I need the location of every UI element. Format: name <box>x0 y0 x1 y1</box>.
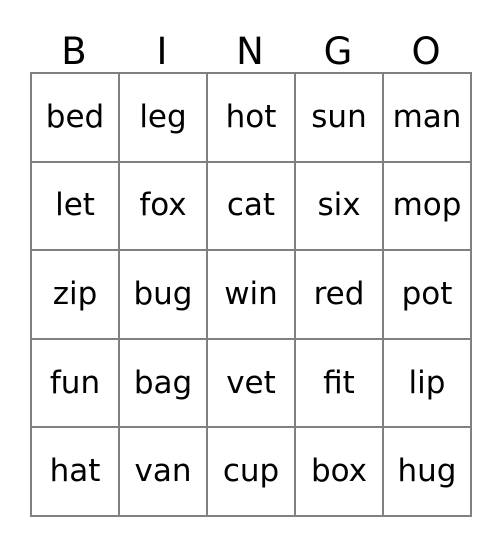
bingo-cell-r3c3[interactable]: win <box>208 251 296 340</box>
bingo-cell-label: hot <box>225 98 277 135</box>
bingo-cell-r3c5[interactable]: pot <box>384 251 472 340</box>
bingo-cell-label: zip <box>52 275 98 312</box>
bingo-cell-r3c2[interactable]: bug <box>120 251 208 340</box>
bingo-header-row: B I N G O <box>30 14 470 72</box>
bingo-cell-r2c4[interactable]: six <box>296 162 384 252</box>
bingo-cell-label: six <box>317 187 361 224</box>
bingo-header-letter-g: G <box>323 30 353 73</box>
bingo-header-letter-b: B <box>61 30 87 73</box>
bingo-cell-r5c1[interactable]: hat <box>32 428 120 517</box>
bingo-cell-label: cup <box>222 453 280 490</box>
bingo-card: B I N G O bed leg hot sun man let fox ca… <box>30 14 472 517</box>
bingo-cell-r5c2[interactable]: van <box>120 428 208 517</box>
bingo-cell-r5c5[interactable]: hug <box>384 428 472 517</box>
bingo-cell-label: vet <box>226 364 276 401</box>
bingo-cell-label: bed <box>45 98 105 135</box>
bingo-cell-r4c1[interactable]: fun <box>32 339 120 429</box>
bingo-cell-label: win <box>224 275 278 312</box>
bingo-cell-label: sun <box>311 98 367 135</box>
bingo-cell-label: hat <box>49 453 101 490</box>
bingo-cell-label: leg <box>139 98 187 135</box>
bingo-cell-r4c2[interactable]: bag <box>120 339 208 429</box>
bingo-cell-r5c4[interactable]: box <box>296 428 384 517</box>
bingo-header-letter-i: I <box>156 30 168 73</box>
bingo-cell-r2c2[interactable]: fox <box>120 162 208 252</box>
bingo-cell-r4c4[interactable]: fit <box>296 339 384 429</box>
bingo-cell-r1c2[interactable]: leg <box>120 74 208 163</box>
bingo-cell-label: bag <box>133 364 193 401</box>
bingo-cell-r3c1[interactable]: zip <box>32 251 120 340</box>
bingo-cell-label: van <box>134 453 192 490</box>
bingo-cell-r3c4[interactable]: red <box>296 251 384 340</box>
bingo-cell-r5c3[interactable]: cup <box>208 428 296 517</box>
bingo-grid: bed leg hot sun man let fox cat six mop … <box>30 72 472 517</box>
bingo-cell-r4c5[interactable]: lip <box>384 339 472 429</box>
bingo-header-letter-o: O <box>411 30 441 73</box>
bingo-cell-label: man <box>392 98 462 135</box>
bingo-cell-r2c3[interactable]: cat <box>208 162 296 252</box>
bingo-cell-label: fun <box>49 364 101 401</box>
bingo-cell-label: lip <box>408 364 446 401</box>
bingo-header-letter-n: N <box>236 30 264 73</box>
bingo-cell-label: fit <box>323 364 355 401</box>
bingo-cell-r2c5[interactable]: mop <box>384 162 472 252</box>
bingo-cell-label: pot <box>401 275 453 312</box>
bingo-cell-label: hug <box>397 453 457 490</box>
bingo-cell-r4c3[interactable]: vet <box>208 339 296 429</box>
bingo-cell-label: red <box>313 275 365 312</box>
bingo-cell-label: let <box>55 187 95 224</box>
bingo-cell-label: mop <box>392 187 462 224</box>
bingo-cell-label: fox <box>139 187 187 224</box>
bingo-cell-label: cat <box>226 187 276 224</box>
bingo-cell-label: box <box>310 453 368 490</box>
bingo-cell-r1c3[interactable]: hot <box>208 74 296 163</box>
bingo-cell-r2c1[interactable]: let <box>32 162 120 252</box>
bingo-cell-r1c4[interactable]: sun <box>296 74 384 163</box>
bingo-cell-label: bug <box>133 275 193 312</box>
bingo-cell-r1c5[interactable]: man <box>384 74 472 163</box>
bingo-cell-r1c1[interactable]: bed <box>32 74 120 163</box>
